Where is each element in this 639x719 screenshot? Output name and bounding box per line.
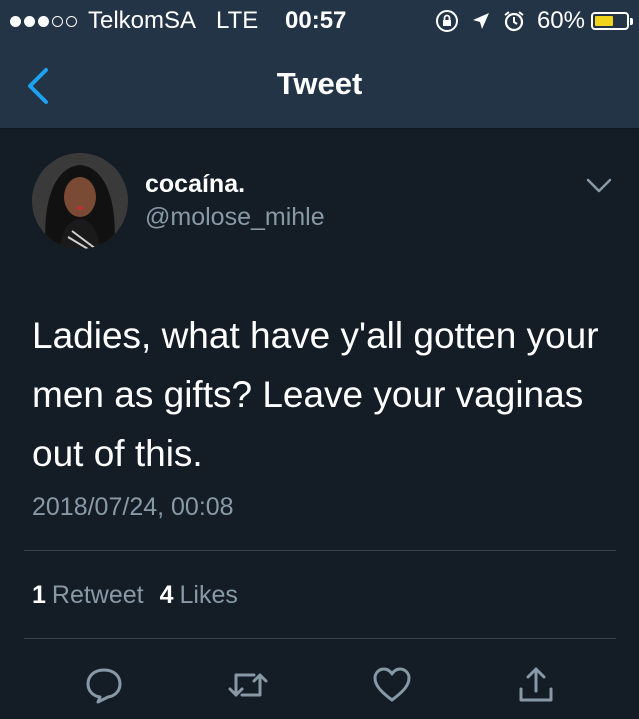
share-icon — [519, 667, 553, 702]
status-right: 60% — [435, 7, 633, 35]
like-label: Likes — [179, 581, 238, 609]
status-time: 00:57 — [285, 7, 347, 34]
signal-dot — [10, 15, 21, 27]
like-icon — [373, 667, 411, 702]
retweet-button[interactable] — [223, 660, 273, 710]
signal-strength-icon — [10, 15, 80, 27]
retweet-icon — [228, 673, 268, 697]
action-bar — [0, 660, 639, 710]
orientation-lock-icon — [435, 10, 458, 32]
signal-dot — [24, 15, 35, 27]
avatar[interactable] — [32, 153, 128, 249]
reply-button[interactable] — [79, 660, 129, 710]
like-count: 4 — [159, 581, 174, 609]
divider — [24, 638, 616, 639]
status-bar: TelkomSA LTE 00:57 60% — [0, 0, 639, 44]
signal-dot — [52, 15, 63, 27]
retweet-label: Retweet — [51, 581, 144, 609]
user-handle[interactable]: @molose_mihle — [145, 203, 325, 232]
alarm-icon — [504, 11, 524, 32]
retweet-stat[interactable]: 1 Retweet — [32, 581, 144, 610]
chevron-down-icon — [586, 178, 612, 193]
share-button[interactable] — [511, 660, 561, 710]
tweet-timestamp: 2018/07/24, 00:08 — [32, 493, 234, 521]
carrier-name: TelkomSA — [88, 7, 197, 34]
tweet-options-button[interactable] — [585, 176, 613, 196]
like-stat[interactable]: 4 Likes — [160, 581, 238, 610]
battery-fill — [595, 16, 613, 26]
divider — [24, 550, 616, 551]
battery-icon — [591, 12, 629, 30]
network-type: LTE — [216, 7, 259, 34]
battery-percentage: 60% — [536, 7, 585, 34]
location-arrow-icon — [472, 13, 489, 29]
status-left: TelkomSA LTE — [10, 7, 258, 35]
retweet-count: 1 — [32, 581, 46, 609]
nav-bar: Tweet — [0, 44, 639, 129]
avatar-image — [32, 153, 128, 249]
tweet-stats: 1 Retweet 4 Likes — [32, 581, 254, 610]
signal-dot — [66, 15, 77, 27]
battery-tip — [630, 17, 633, 25]
like-button[interactable] — [367, 660, 417, 710]
display-name[interactable]: cocaína. — [145, 170, 245, 199]
signal-dot — [38, 15, 49, 27]
tweet-text: Ladies, what have y'all gotten your men … — [32, 315, 599, 474]
reply-icon — [86, 668, 122, 704]
page-title: Tweet — [276, 66, 363, 101]
